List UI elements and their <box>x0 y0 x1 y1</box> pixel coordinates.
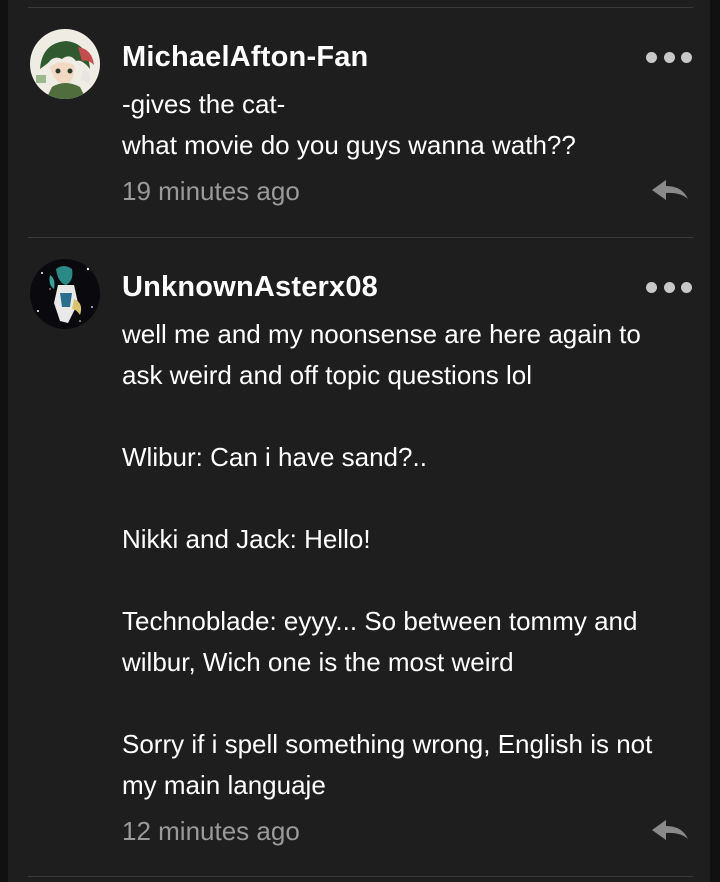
more-options-icon[interactable] <box>646 280 692 294</box>
anime-avatar-icon <box>30 29 100 99</box>
comment-line: ask weird and off topic questions lol <box>122 360 532 390</box>
more-dot <box>681 281 692 293</box>
bottom-divider <box>28 876 693 877</box>
comment-line: my main languaje <box>122 770 326 800</box>
comment-line: Technoblade: eyyy... So between tommy an… <box>122 606 638 636</box>
more-dot <box>663 281 675 293</box>
comment-text: well me and my noonsense are here again … <box>122 314 692 806</box>
comment-line: Nikki and Jack: Hello! <box>122 524 371 554</box>
comment-blank-line <box>122 560 692 601</box>
timestamp: 19 minutes ago <box>122 176 300 206</box>
anime-avatar-icon <box>30 259 100 329</box>
comment-line: wilbur, Wich one is the most weird <box>122 647 514 677</box>
username[interactable]: MichaelAfton-Fan <box>122 41 368 74</box>
avatar[interactable] <box>30 259 100 329</box>
timestamp: 12 minutes ago <box>122 816 300 846</box>
more-options-icon[interactable] <box>646 50 692 64</box>
comment-line: Wlibur: Can i have sand?.. <box>122 442 427 472</box>
avatar[interactable] <box>30 29 100 99</box>
comment-blank-line <box>122 683 692 724</box>
more-dot <box>646 281 657 293</box>
more-dot <box>646 51 657 63</box>
username[interactable]: UnknownAsterx08 <box>122 271 378 304</box>
comment-text: -gives the cat- what movie do you guys w… <box>122 84 692 166</box>
comment-line: Sorry if i spell something wrong, Englis… <box>122 729 653 759</box>
top-divider <box>28 7 693 8</box>
more-dot <box>663 51 675 63</box>
comment-line: what movie do you guys wanna wath?? <box>122 130 576 160</box>
comment-divider <box>28 237 693 238</box>
reply-arrow-icon[interactable] <box>650 177 690 203</box>
more-dot <box>681 51 692 63</box>
reply-arrow-icon[interactable] <box>650 817 690 843</box>
comment-line: -gives the cat- <box>122 89 286 119</box>
comment-line: well me and my noonsense are here again … <box>122 319 641 349</box>
comment-blank-line <box>122 478 692 519</box>
comment-blank-line <box>122 396 692 437</box>
